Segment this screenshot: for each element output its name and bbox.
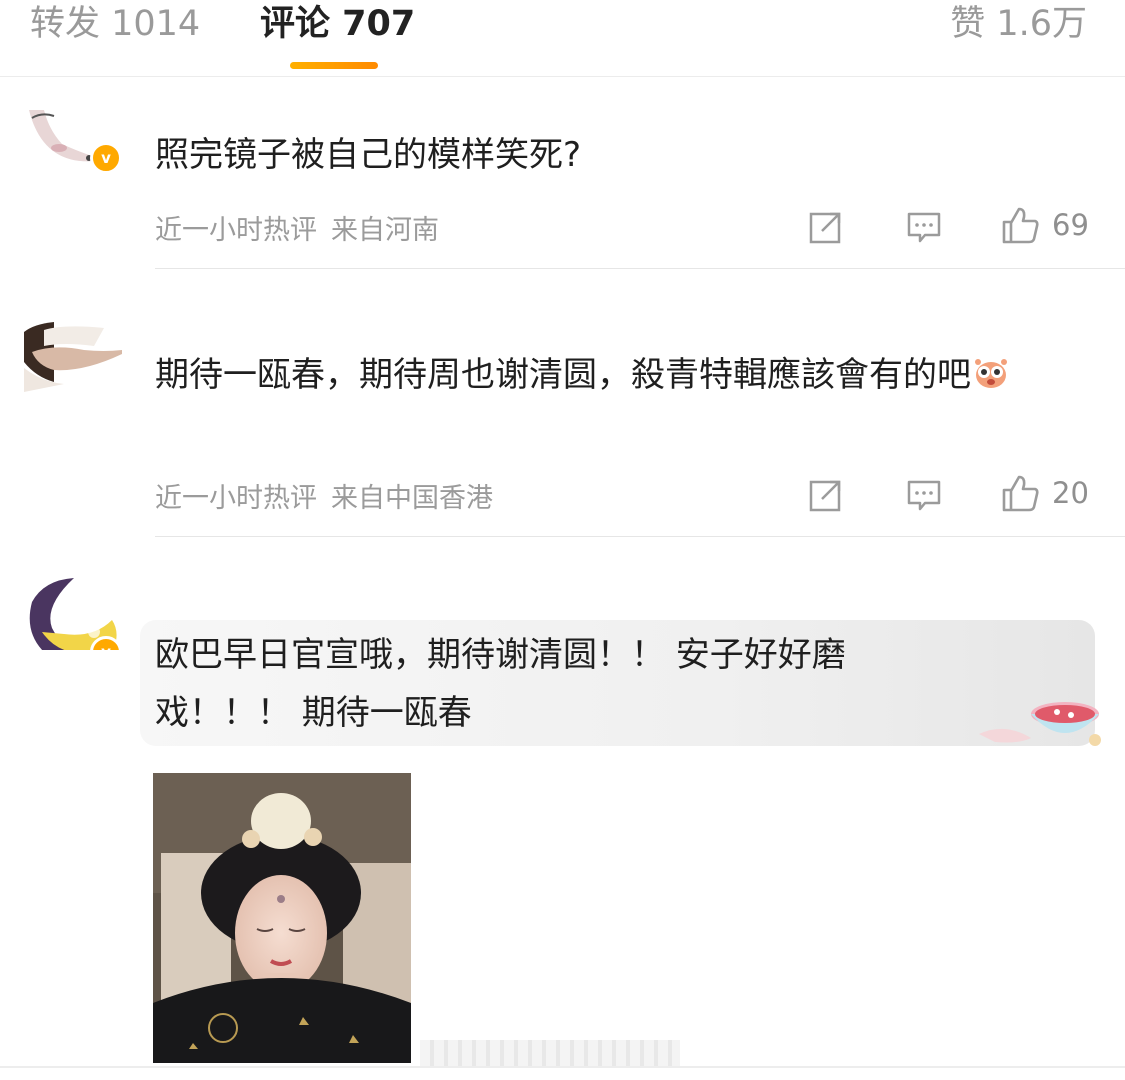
avatar[interactable]: v xyxy=(24,572,124,650)
comment-tabs: 转发 1014 评论 707 赞 1.6万 xyxy=(0,0,1125,78)
like-count: 20 xyxy=(1052,476,1089,510)
comment-image[interactable] xyxy=(153,773,411,1063)
tabs-divider xyxy=(0,76,1125,77)
comment-time: 近一小时热评 xyxy=(155,483,317,514)
comment-time: 近一小时热评 xyxy=(155,215,317,246)
comment-meta: 近一小时热评 来自河南 xyxy=(155,208,439,247)
comment-divider xyxy=(155,268,1125,269)
share-button[interactable] xyxy=(808,475,844,515)
comment-text-content: 期待一瓯春，期待周也谢清圆，殺青特輯應該會有的吧 xyxy=(155,355,971,395)
comment-text: 照完镜子被自己的模样笑死? xyxy=(155,135,582,175)
reply-icon xyxy=(907,480,941,511)
thumbs-up-icon xyxy=(1002,207,1039,244)
comment-location: 来自河南 xyxy=(331,215,439,246)
avatar[interactable]: v xyxy=(24,100,124,178)
emoji-sticker-icon xyxy=(975,359,1007,388)
verified-badge-icon: v xyxy=(90,142,122,174)
portrait-image xyxy=(153,773,411,1063)
like-count: 69 xyxy=(1052,208,1089,242)
scroll-indicator xyxy=(420,1040,680,1068)
bottom-divider xyxy=(0,1066,1125,1068)
comment-meta: 近一小时热评 来自中国香港 xyxy=(155,476,493,515)
comment-divider xyxy=(155,536,1125,537)
avatar-image xyxy=(24,322,124,400)
share-button[interactable] xyxy=(808,207,844,247)
tab-likes[interactable]: 赞 1.6万 xyxy=(950,2,1087,46)
active-tab-indicator xyxy=(290,62,378,69)
comment-location: 来自中国香港 xyxy=(331,483,493,514)
reply-button[interactable] xyxy=(906,207,942,247)
reply-icon xyxy=(907,212,941,243)
tab-comments[interactable]: 评论 707 xyxy=(260,2,415,46)
tab-reposts[interactable]: 转发 1014 xyxy=(30,2,200,46)
thumbs-up-icon xyxy=(1002,475,1039,512)
like-button[interactable]: 20 xyxy=(1000,473,1089,513)
avatar[interactable] xyxy=(24,322,124,400)
share-icon xyxy=(809,480,841,512)
like-button[interactable]: 69 xyxy=(1000,205,1089,245)
comment-text: 欧巴早日官宣哦，期待谢清圆！！ 安子好好磨戏！！！ 期待一瓯春 xyxy=(155,635,846,733)
bowl-sticker-icon xyxy=(979,702,1101,746)
share-icon xyxy=(809,212,841,244)
reply-button[interactable] xyxy=(906,475,942,515)
comment-text: 期待一瓯春，期待周也谢清圆，殺青特輯應該會有的吧 xyxy=(155,346,1075,404)
